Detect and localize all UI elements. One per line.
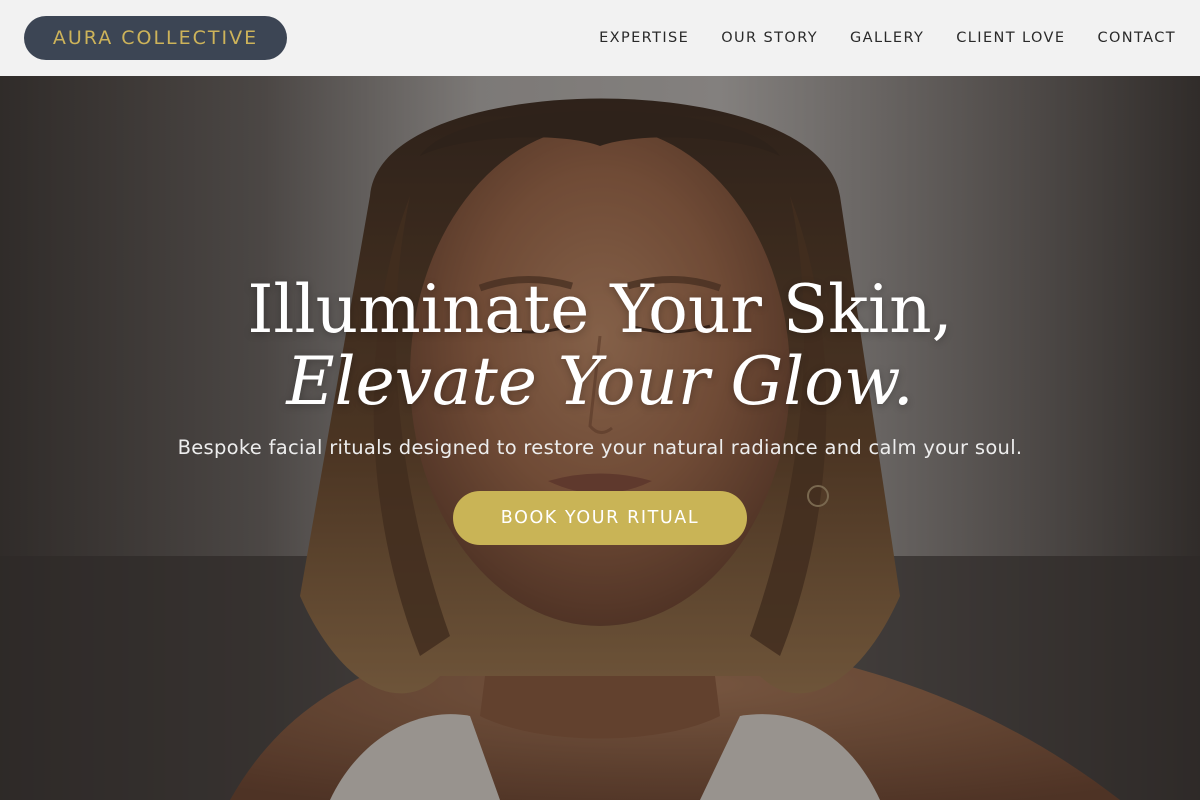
hero-subheadline: Bespoke facial rituals designed to resto… (177, 436, 1023, 459)
site-header: AURA COLLECTIVE EXPERTISE OUR STORY GALL… (0, 0, 1200, 76)
logo-text: AURA COLLECTIVE (52, 27, 259, 49)
hero-headline-line-2: Elevate Your Glow. (286, 343, 914, 420)
nav-item-gallery[interactable]: GALLERY (850, 30, 924, 46)
nav-item-expertise[interactable]: EXPERTISE (599, 30, 689, 46)
book-ritual-button-label: BOOK YOUR RITUAL (500, 508, 700, 528)
landing-page: AURA COLLECTIVE EXPERTISE OUR STORY GALL… (0, 0, 1200, 800)
main-nav: EXPERTISE OUR STORY GALLERY CLIENT LOVE … (599, 0, 1176, 76)
nav-item-our-story[interactable]: OUR STORY (721, 30, 818, 46)
nav-item-contact[interactable]: CONTACT (1097, 30, 1176, 46)
hero-headline-line-1: Illuminate Your Skin, (247, 271, 953, 348)
logo-link[interactable]: AURA COLLECTIVE (24, 16, 287, 60)
nav-item-client-love[interactable]: CLIENT LOVE (956, 30, 1065, 46)
hero-section: Illuminate Your Skin, Elevate Your Glow.… (0, 76, 1200, 800)
book-ritual-button[interactable]: BOOK YOUR RITUAL (453, 491, 747, 545)
hero-content: Illuminate Your Skin, Elevate Your Glow.… (0, 76, 1200, 800)
